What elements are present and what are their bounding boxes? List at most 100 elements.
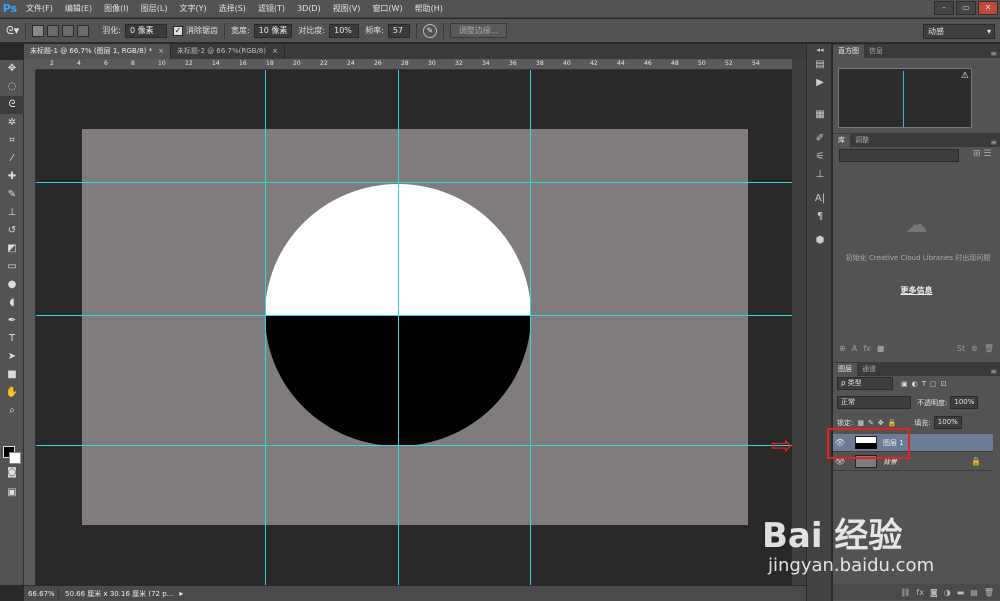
brush-tool-icon[interactable]: ✎ — [0, 186, 24, 204]
mask-icon[interactable]: ◙ — [930, 588, 938, 597]
paragraph-icon[interactable]: ¶ — [807, 208, 833, 226]
add-selection-icon[interactable] — [47, 24, 60, 37]
trash-icon[interactable]: 🗑 — [984, 344, 1000, 353]
panel-menu-icon[interactable]: ≡ — [990, 49, 1000, 58]
menu-type[interactable]: 文字(Y) — [173, 0, 212, 18]
library-select[interactable] — [839, 149, 959, 162]
zoom-level[interactable]: 66.67% — [24, 590, 58, 598]
menu-image[interactable]: 图像(I) — [98, 0, 135, 18]
tab-document-2[interactable]: 未标题-2 @ 66.7%(RGB/8) × — [171, 44, 285, 59]
panel-menu-icon[interactable]: ≡ — [990, 367, 1000, 376]
menu-window[interactable]: 窗口(W) — [366, 0, 408, 18]
clone-stamp-tool-icon[interactable]: ⊥ — [0, 204, 24, 222]
color-swatch-icon[interactable]: ■ — [877, 344, 885, 353]
contrast-input[interactable]: 10% — [329, 23, 360, 38]
lasso-tool-icon[interactable]: ᘓ — [0, 96, 24, 114]
tab-channels[interactable]: 通道 — [857, 363, 881, 376]
brush-presets-icon[interactable]: ✐ — [807, 130, 833, 148]
pen-tool-icon[interactable]: ✒ — [0, 312, 24, 330]
menu-file[interactable]: 文件(F) — [20, 0, 59, 18]
properties-icon[interactable]: ▦ — [807, 106, 833, 124]
adjustment-icon[interactable]: ◑ — [944, 588, 951, 597]
tab-adjustments[interactable]: 调整 — [850, 134, 874, 147]
document-info[interactable]: 50.66 厘米 x 30.16 厘米 (72 p... — [58, 588, 173, 599]
layer-kind-select[interactable]: ρ 类型 — [837, 377, 893, 390]
subtract-selection-icon[interactable] — [62, 24, 75, 37]
intersect-selection-icon[interactable] — [77, 24, 90, 37]
group-icon[interactable]: ▬ — [957, 588, 965, 597]
magic-wand-tool-icon[interactable]: ✲ — [0, 114, 24, 132]
sync-icon[interactable]: ⊛ — [971, 344, 978, 353]
menu-filter[interactable]: 滤镜(T) — [252, 0, 291, 18]
menu-layer[interactable]: 图层(L) — [135, 0, 174, 18]
link-icon[interactable]: ⛓ — [900, 588, 910, 597]
path-selection-tool-icon[interactable]: ➤ — [0, 348, 24, 366]
shape-tool-icon[interactable]: ■ — [0, 366, 24, 384]
lock-icons[interactable]: ▦✎✥🔒 — [857, 419, 900, 427]
fx-icon[interactable]: fx — [863, 344, 871, 353]
more-info-link[interactable]: 更多信息 — [833, 285, 1000, 296]
guide-horizontal[interactable] — [36, 445, 792, 446]
guide-vertical[interactable] — [398, 70, 399, 585]
blur-tool-icon[interactable]: ● — [0, 276, 24, 294]
3d-icon[interactable]: ⬢ — [807, 232, 833, 250]
menu-3d[interactable]: 3D(D) — [291, 0, 327, 18]
checkbox-checked-icon[interactable]: ✓ — [172, 25, 183, 36]
clone-source-icon[interactable]: ⊥ — [807, 166, 833, 184]
trash-icon[interactable]: 🗑 — [984, 588, 994, 597]
background-color-swatch[interactable] — [9, 452, 21, 464]
type-tool-icon[interactable]: T — [0, 330, 24, 348]
actions-icon[interactable]: ▶ — [807, 74, 833, 92]
screen-mode-icon[interactable]: ▣ — [0, 484, 24, 502]
quick-mask-icon[interactable]: ◙ — [0, 464, 24, 482]
guide-horizontal[interactable] — [36, 182, 792, 183]
move-tool-icon[interactable]: ✥ — [0, 60, 24, 78]
eyedropper-tool-icon[interactable]: ⁄ — [0, 150, 24, 168]
maximize-button[interactable]: ▭ — [956, 1, 976, 15]
stock-icon[interactable]: St — [957, 344, 965, 353]
close-icon[interactable]: × — [272, 47, 278, 55]
feather-input[interactable]: 0 像素 — [124, 23, 167, 38]
tablet-pressure-button[interactable]: ✎ — [422, 19, 437, 43]
menu-view[interactable]: 视图(V) — [327, 0, 367, 18]
horizontal-ruler[interactable]: 2 4 6 8 10 12 14 16 18 20 22 24 26 28 30 32 34 36 38 40 42 44… — [36, 59, 792, 70]
add-content-icon[interactable]: ⊕ — [839, 344, 846, 353]
grid-view-icon[interactable]: ⊞ ☰ — [973, 149, 991, 159]
eraser-tool-icon[interactable]: ◩ — [0, 240, 24, 258]
healing-brush-tool-icon[interactable]: ✚ — [0, 168, 24, 186]
menu-help[interactable]: 帮助(H) — [409, 0, 449, 18]
marquee-tool-icon[interactable]: ◌ — [0, 78, 24, 96]
fx-icon[interactable]: fx — [916, 588, 924, 597]
blend-mode-select[interactable]: 正常 — [837, 396, 911, 409]
width-input[interactable]: 10 像素 — [253, 23, 293, 38]
close-icon[interactable]: × — [158, 47, 164, 55]
tab-document-1[interactable]: 未标题-1 @ 66.7% (图层 1, RGB/8) * × — [24, 44, 171, 59]
antialias-control[interactable]: ✓ 消除锯齿 — [172, 19, 218, 43]
text-style-icon[interactable]: A — [852, 344, 857, 353]
history-icon[interactable]: ▤ — [807, 56, 833, 74]
tab-layers[interactable]: 图层 — [833, 363, 857, 376]
guide-vertical[interactable] — [530, 70, 531, 585]
filter-icons[interactable]: ▣◐T▢⊡ — [901, 380, 950, 388]
opacity-input[interactable]: 100% — [950, 396, 979, 409]
menu-select[interactable]: 选择(S) — [213, 0, 252, 18]
brush-settings-icon[interactable]: ⚟ — [807, 148, 833, 166]
warning-icon[interactable]: ⚠ — [961, 71, 969, 81]
vertical-ruler[interactable] — [24, 70, 36, 585]
close-button[interactable]: ✕ — [978, 1, 998, 15]
workspace-select[interactable]: 动感 ▾ — [923, 24, 995, 39]
expand-arrow-icon[interactable]: ▸ — [179, 589, 183, 598]
tab-histogram[interactable]: 直方图 — [833, 45, 864, 58]
canvas-area[interactable] — [36, 70, 792, 585]
new-layer-icon[interactable]: ▤ — [970, 588, 978, 597]
zoom-tool-icon[interactable]: ⌕ — [0, 402, 24, 420]
tab-info[interactable]: 信息 — [864, 45, 888, 58]
tab-libraries[interactable]: 库 — [833, 134, 850, 147]
panel-menu-icon[interactable]: ≡ — [990, 138, 1000, 147]
frequency-input[interactable]: 57 — [387, 23, 410, 38]
refine-edge-button[interactable]: 调整边缘... — [449, 23, 508, 38]
new-selection-icon[interactable] — [32, 24, 45, 37]
dodge-tool-icon[interactable]: ◖ — [0, 294, 24, 312]
character-icon[interactable]: A| — [807, 190, 833, 208]
guide-horizontal[interactable] — [36, 315, 792, 316]
